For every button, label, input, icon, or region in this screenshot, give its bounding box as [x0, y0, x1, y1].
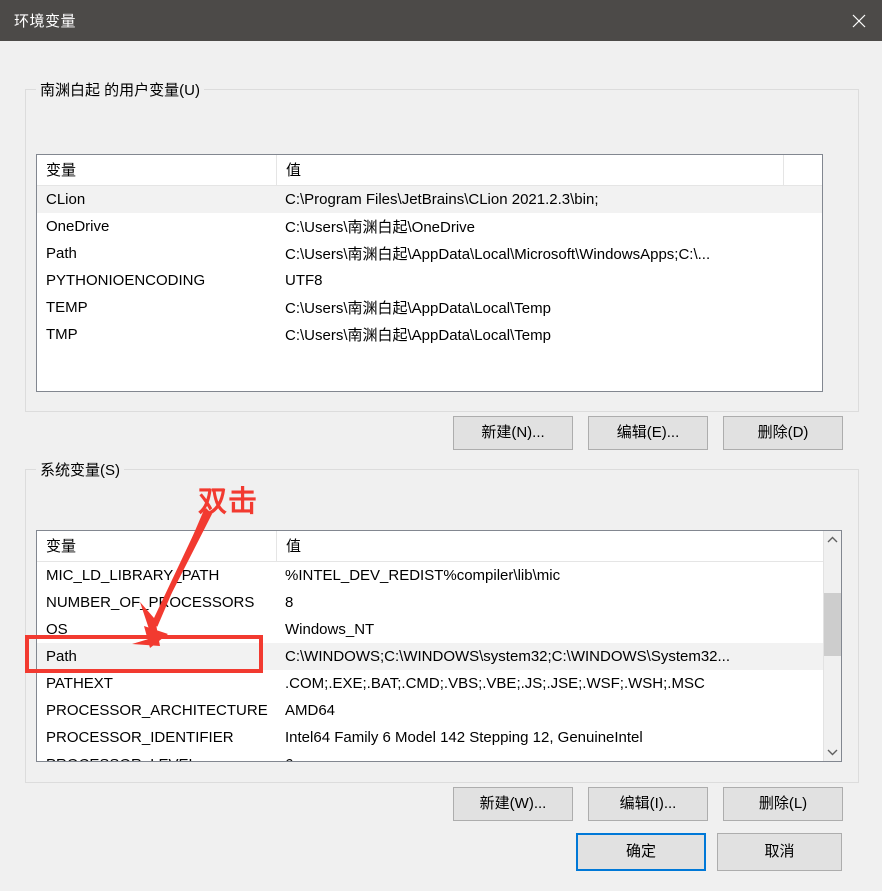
variable-value: C:\Users\南渊白起\AppData\Local\Temp	[285, 327, 551, 344]
user-column-header-value[interactable]: 值	[276, 155, 783, 186]
variable-name: CLion	[46, 191, 86, 208]
table-row[interactable]: TMP C:\Users\南渊白起\AppData\Local\Temp	[37, 321, 822, 348]
system-variables-legend: 系统变量(S)	[36, 459, 124, 480]
scroll-up-arrow-icon[interactable]	[824, 531, 841, 549]
system-list-scrollbar[interactable]	[823, 531, 841, 761]
variable-name: Path	[46, 648, 77, 665]
delete-system-variable-button[interactable]: 删除(L)	[723, 787, 843, 821]
variable-value: C:\Program Files\JetBrains\CLion 2021.2.…	[285, 191, 599, 208]
table-row[interactable]: NUMBER_OF_PROCESSORS 8	[37, 589, 841, 616]
dialog-body: 南渊白起 的用户变量(U) 变量 值 CLion C:\Program File…	[0, 41, 882, 891]
title-bar: 环境变量	[0, 0, 882, 41]
user-list-rows: CLion C:\Program Files\JetBrains\CLion 2…	[37, 186, 822, 348]
variable-value: 6	[276, 756, 841, 761]
system-variables-list[interactable]: 变量 值 MIC_LD_LIBRARY_PATH %INTEL_DEV_REDI…	[36, 530, 842, 762]
variable-value: Intel64 Family 6 Model 142 Stepping 12, …	[285, 729, 643, 746]
variable-name: OneDrive	[46, 218, 110, 235]
table-row[interactable]: TEMP C:\Users\南渊白起\AppData\Local\Temp	[37, 294, 822, 321]
variable-value: 8	[285, 594, 294, 611]
table-row[interactable]: OS Windows_NT	[37, 616, 841, 643]
edit-user-variable-button[interactable]: 编辑(E)...	[588, 416, 708, 450]
scrollbar-thumb[interactable]	[824, 593, 841, 656]
annotation-label-double-click: 双击	[198, 486, 259, 518]
variable-name: TMP	[46, 326, 78, 343]
variable-name: OS	[46, 621, 68, 638]
user-variables-legend: 南渊白起 的用户变量(U)	[36, 79, 204, 100]
table-row[interactable]: OneDrive C:\Users\南渊白起\OneDrive	[37, 213, 822, 240]
system-column-header-variable[interactable]: 变量	[37, 531, 276, 562]
system-column-header-value[interactable]: 值	[276, 531, 823, 562]
variable-value: C:\WINDOWS;C:\WINDOWS\system32;C:\WINDOW…	[285, 648, 731, 665]
system-list-header: 变量 值	[37, 531, 841, 562]
system-list-rows: MIC_LD_LIBRARY_PATH %INTEL_DEV_REDIST%co…	[37, 562, 841, 761]
table-row[interactable]: PROCESSOR_LEVEL 6	[37, 751, 841, 761]
window-title: 环境变量	[14, 13, 77, 30]
variable-value: .COM;.EXE;.BAT;.CMD;.VBS;.VBE;.JS;.JSE;.…	[285, 675, 705, 692]
variable-value: C:\Users\南渊白起\AppData\Local\Microsoft\Wi…	[285, 246, 711, 263]
variable-value: %INTEL_DEV_REDIST%compiler\lib\mic	[285, 567, 561, 584]
close-icon	[852, 14, 866, 27]
table-row[interactable]: CLion C:\Program Files\JetBrains\CLion 2…	[37, 186, 822, 213]
variable-name: NUMBER_OF_PROCESSORS	[46, 594, 255, 611]
new-user-variable-button[interactable]: 新建(N)...	[453, 416, 573, 450]
ok-button[interactable]: 确定	[576, 833, 706, 871]
close-button[interactable]	[836, 0, 882, 41]
cancel-button[interactable]: 取消	[717, 833, 842, 871]
table-row[interactable]: PROCESSOR_ARCHITECTURE AMD64	[37, 697, 841, 724]
variable-name: PROCESSOR_ARCHITECTURE	[46, 702, 268, 719]
user-variables-list[interactable]: 变量 值 CLion C:\Program Files\JetBrains\CL…	[36, 154, 823, 392]
table-row[interactable]: PYTHONIOENCODING UTF8	[37, 267, 822, 294]
scroll-down-arrow-icon[interactable]	[824, 743, 841, 761]
table-row[interactable]: Path C:\Users\南渊白起\AppData\Local\Microso…	[37, 240, 822, 267]
user-column-header-variable[interactable]: 变量	[37, 155, 276, 186]
variable-name: PROCESSOR_LEVEL	[37, 756, 276, 761]
variable-value: C:\Users\南渊白起\OneDrive	[285, 219, 476, 236]
table-row[interactable]: MIC_LD_LIBRARY_PATH %INTEL_DEV_REDIST%co…	[37, 562, 841, 589]
delete-user-variable-button[interactable]: 删除(D)	[723, 416, 843, 450]
variable-name: PROCESSOR_IDENTIFIER	[46, 729, 234, 746]
variable-name: TEMP	[46, 299, 88, 316]
variable-value: UTF8	[285, 272, 323, 289]
variable-value: C:\Users\南渊白起\AppData\Local\Temp	[285, 300, 551, 317]
variable-value: Windows_NT	[285, 621, 375, 638]
environment-variables-dialog: 环境变量 南渊白起 的用户变量(U) 变量 值 CLion C:\Program…	[0, 0, 882, 891]
table-row[interactable]: PATHEXT .COM;.EXE;.BAT;.CMD;.VBS;.VBE;.J…	[37, 670, 841, 697]
variable-name: Path	[46, 245, 77, 262]
variable-name: PYTHONIOENCODING	[46, 272, 206, 289]
table-row-path-selected[interactable]: Path C:\WINDOWS;C:\WINDOWS\system32;C:\W…	[37, 643, 841, 670]
user-list-header: 变量 值	[37, 155, 822, 186]
variable-name: MIC_LD_LIBRARY_PATH	[46, 567, 220, 584]
variable-value: AMD64	[285, 702, 336, 719]
table-row[interactable]: PROCESSOR_IDENTIFIER Intel64 Family 6 Mo…	[37, 724, 841, 751]
new-system-variable-button[interactable]: 新建(W)...	[453, 787, 573, 821]
variable-name: PATHEXT	[46, 675, 113, 692]
edit-system-variable-button[interactable]: 编辑(I)...	[588, 787, 708, 821]
user-column-header-spacer	[783, 155, 822, 186]
chevron-down-icon	[827, 749, 838, 756]
chevron-up-icon	[827, 536, 838, 543]
